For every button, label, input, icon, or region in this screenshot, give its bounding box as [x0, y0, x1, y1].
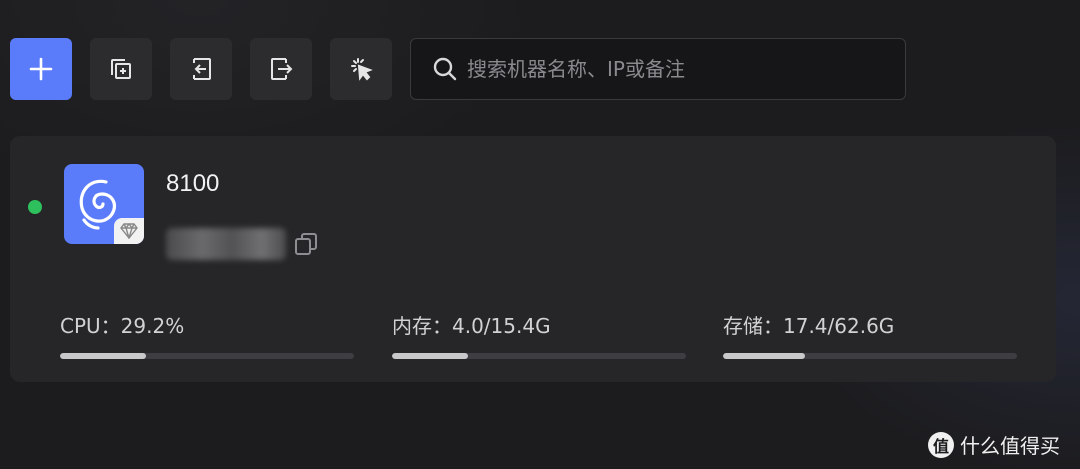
watermark-text: 什么值得买	[960, 434, 1060, 458]
storage-progress-bar	[723, 353, 1017, 359]
storage-stat: 存储：17.4/62.6G	[723, 310, 1017, 359]
copy-icon[interactable]	[292, 230, 320, 258]
storage-label: 存储：17.4/62.6G	[723, 314, 895, 338]
cpu-label: CPU：29.2%	[60, 314, 185, 338]
memory-progress-bar	[392, 353, 686, 359]
diamond-icon	[120, 223, 138, 239]
cpu-stat: CPU：29.2%	[60, 310, 354, 359]
watermark: 值 什么值得买	[928, 430, 1060, 459]
memory-stat: 内存：4.0/15.4G	[392, 310, 686, 359]
memory-progress-fill	[392, 353, 469, 359]
search-icon	[433, 57, 457, 81]
debian-icon	[64, 164, 144, 244]
online-status-dot	[28, 200, 42, 214]
premium-badge	[114, 218, 144, 244]
select-icon	[351, 58, 373, 81]
export-icon	[271, 58, 293, 80]
storage-progress-fill	[723, 353, 805, 359]
import-icon	[193, 58, 211, 80]
ip-address-redacted	[166, 228, 286, 260]
toolbar	[10, 38, 410, 100]
machine-card[interactable]: 8100 CPU：29.2% 内存：4.0/15.4G 存储：17.4/62.6…	[10, 136, 1056, 382]
machine-name[interactable]: 8100	[166, 170, 219, 198]
search-box[interactable]	[410, 38, 906, 100]
batch-add-button[interactable]	[90, 38, 152, 100]
copy-add-icon	[111, 59, 131, 79]
export-button[interactable]	[250, 38, 312, 100]
memory-label: 内存：4.0/15.4G	[392, 314, 551, 338]
cpu-progress-fill	[60, 353, 146, 359]
watermark-logo: 值	[928, 431, 954, 458]
search-input[interactable]	[467, 57, 887, 81]
cpu-progress-bar	[60, 353, 354, 359]
select-mode-button[interactable]	[330, 38, 392, 100]
plus-icon	[29, 57, 53, 81]
import-button[interactable]	[170, 38, 232, 100]
add-machine-button[interactable]	[10, 38, 72, 100]
